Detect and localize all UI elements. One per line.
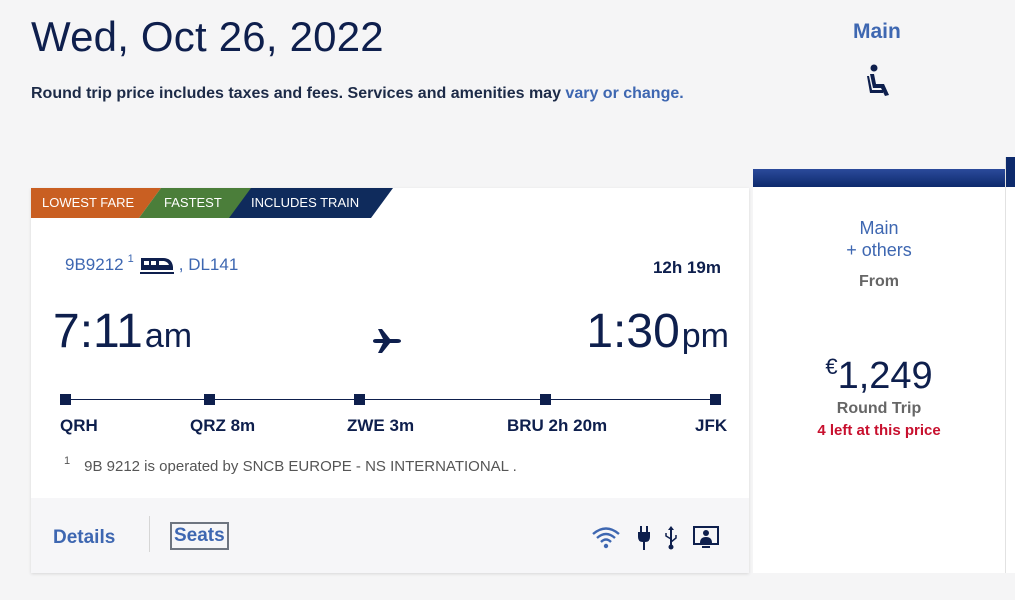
disclaimer-text: Round trip price includes taxes and fees… bbox=[31, 85, 566, 102]
cabin-column-header[interactable]: Main bbox=[853, 20, 901, 44]
stop-marker bbox=[60, 394, 71, 405]
currency-symbol: € bbox=[825, 354, 838, 379]
arrival-time: 1:30pm bbox=[586, 306, 729, 362]
vary-or-change-link[interactable]: vary or change. bbox=[565, 85, 683, 102]
trip-type: Round Trip bbox=[836, 400, 922, 417]
plane-icon bbox=[373, 329, 401, 353]
fare-name-line2: + others bbox=[846, 240, 912, 260]
footnote-marker: 1 bbox=[64, 455, 71, 467]
stop-marker bbox=[540, 394, 551, 405]
arrival-clock: 1:30 bbox=[586, 305, 680, 358]
card-footer: Details Seats bbox=[31, 498, 749, 573]
fare-option-main[interactable]: Main + others From €1,249 Round Trip 4 l… bbox=[753, 169, 1005, 573]
price-disclaimer: Round trip price includes taxes and fees… bbox=[31, 84, 684, 104]
usb-icon[interactable] bbox=[664, 525, 678, 551]
trip-duration: 12h 19m bbox=[652, 258, 721, 277]
wifi-icon[interactable] bbox=[591, 525, 621, 551]
departure-ampm: am bbox=[144, 317, 193, 355]
route-line bbox=[66, 399, 716, 400]
footnote-text: 9B 9212 is operated by SNCB EUROPE - NS … bbox=[84, 458, 517, 475]
footnote-marker: 1 bbox=[127, 253, 134, 265]
stop-marker bbox=[710, 394, 721, 405]
flight-card[interactable]: LOWEST FARE FASTEST INCLUDES TRAIN 9B921… bbox=[31, 188, 749, 573]
personal-screen-icon[interactable] bbox=[693, 525, 719, 551]
stop-marker bbox=[354, 394, 365, 405]
next-fare-column[interactable] bbox=[1005, 157, 1015, 573]
power-plug-icon[interactable] bbox=[636, 525, 652, 551]
segment-number[interactable]: 9B9212 bbox=[65, 255, 124, 275]
page-title: Wed, Oct 26, 2022 bbox=[31, 13, 384, 60]
operator-footnote: 1 9B 9212 is operated by SNCB EUROPE - N… bbox=[64, 455, 517, 475]
tag-lowest-fare: LOWEST FARE bbox=[31, 188, 161, 218]
fare-column-bar bbox=[1006, 157, 1015, 187]
price-amount: 1,249 bbox=[837, 355, 933, 397]
divider bbox=[149, 516, 150, 552]
stop-origin: QRH bbox=[60, 416, 98, 435]
stop-layover: BRU 2h 20m bbox=[507, 416, 608, 435]
departure-time: 7:11am bbox=[53, 306, 192, 362]
arrival-ampm: pm bbox=[681, 317, 729, 355]
stop-marker bbox=[204, 394, 215, 405]
details-button[interactable]: Details bbox=[53, 527, 115, 549]
seat-icon bbox=[867, 64, 889, 96]
fare-name: Main + others bbox=[753, 217, 1005, 261]
fare-tags: LOWEST FARE FASTEST INCLUDES TRAIN bbox=[31, 188, 393, 218]
from-label: From bbox=[859, 273, 899, 290]
fare-price[interactable]: €1,249 bbox=[753, 354, 1005, 398]
stop-layover: ZWE 3m bbox=[347, 416, 415, 435]
tag-includes-train: INCLUDES TRAIN bbox=[229, 188, 393, 218]
segment-number-2[interactable]: , DL141 bbox=[179, 255, 239, 275]
seats-remaining: 4 left at this price bbox=[817, 422, 941, 439]
stop-layover: QRZ 8m bbox=[190, 416, 256, 435]
train-icon bbox=[139, 258, 174, 274]
fare-column-bar bbox=[753, 169, 1005, 187]
departure-clock: 7:11 bbox=[53, 305, 143, 358]
seats-button[interactable]: Seats bbox=[170, 522, 229, 550]
fare-name-line1: Main bbox=[859, 218, 899, 238]
stop-destination: JFK bbox=[695, 416, 728, 435]
flight-numbers: 9B9212 1 , DL141 bbox=[65, 253, 239, 276]
